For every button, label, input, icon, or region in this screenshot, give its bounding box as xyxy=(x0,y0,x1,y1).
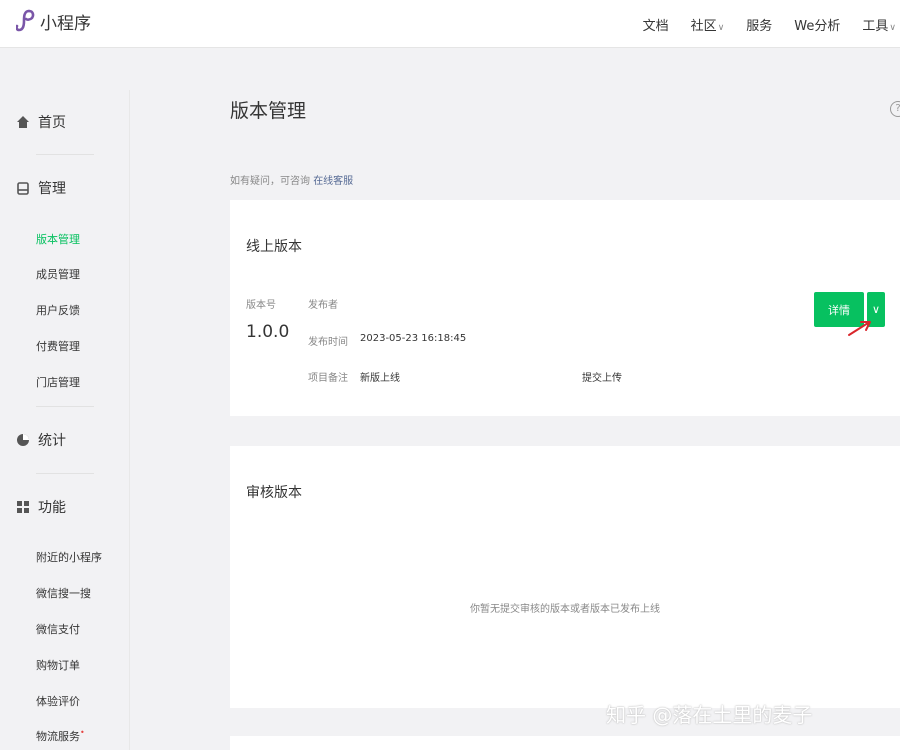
hint-text: 如有疑问，可咨询 xyxy=(230,176,310,187)
project-note-extra: 提交上传 xyxy=(582,373,622,384)
sidebar-item-logistics-service[interactable]: 物流服务• xyxy=(36,728,85,744)
sidebar-item-payment-management[interactable]: 付费管理 xyxy=(36,338,80,354)
sidebar-item-experience-rating[interactable]: 体验评价 xyxy=(36,693,80,709)
online-version-title: 线上版本 xyxy=(246,239,302,255)
watermark: 知乎 @落在土里的麦子 xyxy=(606,703,813,727)
help-hint: 如有疑问，可咨询 在线客服 xyxy=(230,172,353,187)
sidebar-group-features[interactable]: 功能 xyxy=(16,497,66,517)
nav-tools-label: 工具 xyxy=(862,18,889,34)
sidebar-item-version-management[interactable]: 版本管理 xyxy=(36,231,80,247)
publisher-label: 发布者 xyxy=(308,300,338,311)
version-number-label: 版本号 xyxy=(246,300,276,311)
home-icon xyxy=(17,116,29,128)
project-note-value: 新版上线 xyxy=(360,373,400,384)
sidebar-group-label: 管理 xyxy=(38,181,66,197)
help-icon[interactable]: ? xyxy=(890,101,900,117)
review-version-title: 审核版本 xyxy=(246,485,302,501)
empty-state-text: 你暂无提交审核的版本或者版本已发布上线 xyxy=(470,604,660,615)
pie-chart-icon xyxy=(17,434,29,446)
online-service-link[interactable]: 在线客服 xyxy=(313,176,353,187)
sidebar-item-shopping-orders[interactable]: 购物订单 xyxy=(36,657,80,673)
sidebar-item-nearby-mini-programs[interactable]: 附近的小程序 xyxy=(36,549,102,565)
app-logo[interactable]: 小程序 xyxy=(16,8,91,34)
nav-we-analysis[interactable]: We分析 xyxy=(794,15,840,34)
next-version-card xyxy=(230,736,900,750)
mini-program-logo-icon xyxy=(16,9,35,32)
sidebar: 首页 管理 版本管理 成员管理 用户反馈 付费管理 门店管理 统计 功能 附近的… xyxy=(0,90,130,750)
sidebar-divider xyxy=(36,154,94,155)
app-title: 小程序 xyxy=(40,13,91,34)
top-nav: 文档 社区∨ 服务 We分析 工具∨ xyxy=(643,0,900,48)
new-dot-icon: • xyxy=(80,728,85,737)
sidebar-item-member-management[interactable]: 成员管理 xyxy=(36,266,80,282)
sidebar-group-label: 功能 xyxy=(38,500,66,516)
nav-community-label: 社区 xyxy=(690,18,717,34)
publish-time-value: 2023-05-23 16:18:45 xyxy=(360,333,467,344)
nav-services[interactable]: 服务 xyxy=(746,15,772,34)
sidebar-group-manage[interactable]: 管理 xyxy=(16,178,66,198)
online-version-card: 线上版本 版本号 1.0.0 发布者 发布时间 2023-05-23 16:18… xyxy=(230,200,900,416)
sidebar-divider xyxy=(36,406,94,407)
nav-tools[interactable]: 工具∨ xyxy=(862,15,896,34)
page-title: 版本管理 xyxy=(230,100,307,122)
nav-docs[interactable]: 文档 xyxy=(643,15,669,34)
annotation-arrow-icon xyxy=(848,321,871,336)
sidebar-item-user-feedback[interactable]: 用户反馈 xyxy=(36,302,80,318)
sidebar-item-wechat-search[interactable]: 微信搜一搜 xyxy=(36,585,91,601)
version-number-value: 1.0.0 xyxy=(246,322,290,342)
chevron-down-icon: ∨ xyxy=(889,22,896,33)
sidebar-item-store-management[interactable]: 门店管理 xyxy=(36,374,80,390)
chevron-down-icon: ∨ xyxy=(717,22,725,33)
sidebar-divider xyxy=(36,473,94,474)
nav-community[interactable]: 社区∨ xyxy=(691,15,725,34)
sidebar-group-stats[interactable]: 统计 xyxy=(16,430,66,450)
sidebar-group-label: 首页 xyxy=(38,115,66,131)
sidebar-group-label: 统计 xyxy=(38,433,66,449)
sidebar-item-label: 物流服务 xyxy=(36,730,80,743)
grid-icon xyxy=(17,501,29,513)
top-bar: 小程序 文档 社区∨ 服务 We分析 工具∨ xyxy=(0,0,900,48)
manage-icon xyxy=(17,182,29,195)
review-version-card: 审核版本 你暂无提交审核的版本或者版本已发布上线 xyxy=(230,446,900,708)
sidebar-group-home[interactable]: 首页 xyxy=(16,112,66,132)
publish-time-label: 发布时间 xyxy=(308,337,348,348)
sidebar-item-wechat-pay[interactable]: 微信支付 xyxy=(36,621,80,637)
project-note-label: 项目备注 xyxy=(308,373,348,384)
